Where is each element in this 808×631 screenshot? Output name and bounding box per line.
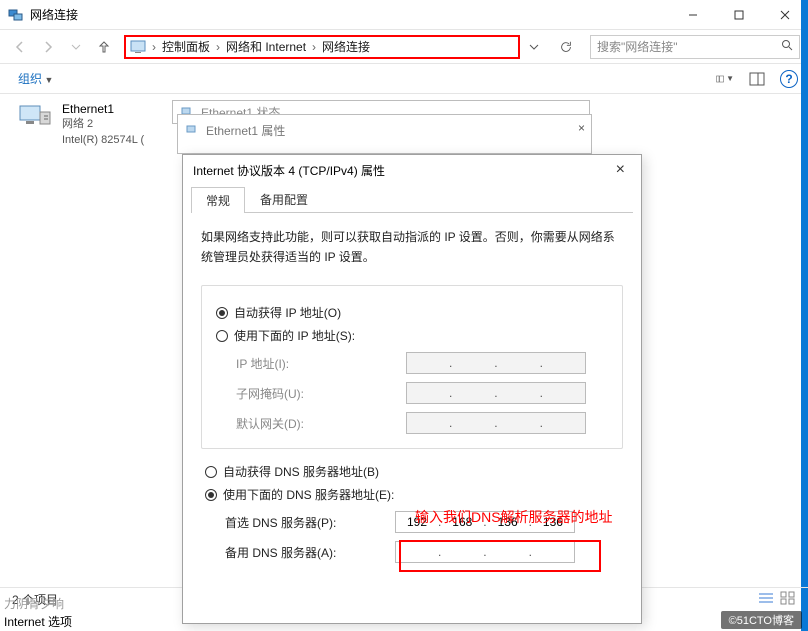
adapter-network: 网络 2: [62, 116, 144, 132]
radio-ip-auto[interactable]: 自动获得 IP 地址(O): [216, 304, 608, 321]
radio-dns-manual-label: 使用下面的 DNS 服务器地址(E):: [223, 486, 394, 503]
breadcrumb-item-2[interactable]: 网络连接: [318, 38, 374, 55]
adapter-name: Ethernet1: [62, 102, 144, 116]
radio-dns-manual[interactable]: 使用下面的 DNS 服务器地址(E):: [205, 486, 619, 503]
bg-line2[interactable]: Internet 选项: [4, 613, 72, 631]
ipv4-dialog-title: Internet 协议版本 4 (TCP/IPv4) 属性: [193, 162, 385, 179]
network-icon: [8, 7, 24, 23]
adapter-item-ethernet1[interactable]: Ethernet1 网络 2 Intel(R) 82574L (: [18, 102, 168, 148]
subnet-mask-field: ...: [406, 382, 586, 404]
radio-icon: [205, 466, 217, 478]
radio-ip-manual-label: 使用下面的 IP 地址(S):: [234, 327, 355, 344]
pref-dns-label: 首选 DNS 服务器(P):: [225, 514, 395, 531]
forward-button[interactable]: [36, 35, 60, 59]
details-view-button[interactable]: [758, 591, 774, 608]
address-bar: 控制面板 网络和 Internet 网络连接 搜索"网络连接": [0, 30, 808, 64]
nic-small-icon: [186, 123, 200, 137]
window-title: 网络连接: [30, 6, 78, 23]
breadcrumb-item-1[interactable]: 网络和 Internet: [222, 38, 310, 55]
watermark: ©51CTO博客: [721, 611, 802, 629]
annotation-text: 输入我们DNS解析服务器的地址: [415, 507, 613, 527]
control-panel-icon: [130, 39, 146, 55]
back-button[interactable]: [8, 35, 32, 59]
radio-ip-manual[interactable]: 使用下面的 IP 地址(S):: [216, 327, 608, 344]
alt-dns-label: 备用 DNS 服务器(A):: [225, 544, 395, 561]
ipv4-dialog-close-button[interactable]: ×: [610, 161, 631, 179]
recent-locations-button[interactable]: [64, 35, 88, 59]
bg-line1: 力阴骨夕响: [4, 595, 72, 613]
search-placeholder: 搜索"网络连接": [597, 38, 678, 55]
minimize-button[interactable]: [670, 0, 716, 30]
subnet-mask-label: 子网掩码(U):: [236, 385, 406, 402]
breadcrumb-sep: [150, 40, 158, 54]
ip-address-group: 自动获得 IP 地址(O) 使用下面的 IP 地址(S): IP 地址(I): …: [201, 285, 623, 449]
radio-dns-auto-label: 自动获得 DNS 服务器地址(B): [223, 463, 379, 480]
window-titlebar: 网络连接: [0, 0, 808, 30]
ipv4-properties-dialog: Internet 协议版本 4 (TCP/IPv4) 属性 × 常规 备用配置 …: [182, 154, 642, 624]
ipv4-intro-text: 如果网络支持此功能，则可以获取自动指派的 IP 设置。否则，你需要从网络系统管理…: [201, 227, 623, 267]
organize-menu[interactable]: 组织: [10, 66, 61, 91]
gateway-label: 默认网关(D):: [236, 415, 406, 432]
nic-icon: [18, 102, 54, 130]
tab-alternate[interactable]: 备用配置: [245, 186, 323, 212]
search-input[interactable]: 搜索"网络连接": [590, 35, 800, 59]
view-layout-button[interactable]: ▼: [716, 70, 734, 88]
command-bar: 组织 ▼ ?: [0, 64, 808, 94]
radio-icon: [216, 307, 228, 319]
ethernet-properties-dialog: Ethernet1 属性 ×: [177, 114, 592, 154]
gateway-field: ...: [406, 412, 586, 434]
radio-icon: [205, 489, 217, 501]
radio-icon: [216, 330, 228, 342]
breadcrumb-sep: [214, 40, 222, 54]
tab-general[interactable]: 常规: [191, 187, 245, 213]
breadcrumb-box[interactable]: 控制面板 网络和 Internet 网络连接: [124, 35, 520, 59]
ipv4-dialog-titlebar: Internet 协议版本 4 (TCP/IPv4) 属性 ×: [183, 155, 641, 185]
maximize-button[interactable]: [716, 0, 762, 30]
annotation-highlight: [399, 540, 601, 572]
help-button[interactable]: ?: [780, 70, 798, 88]
ip-address-field: ...: [406, 352, 586, 374]
icons-view-button[interactable]: [780, 591, 796, 608]
ip-address-label: IP 地址(I):: [236, 355, 406, 372]
search-icon: [781, 39, 793, 54]
background-links: 力阴骨夕响 Internet 选项: [4, 595, 72, 631]
breadcrumb-item-0[interactable]: 控制面板: [158, 38, 214, 55]
prop-dialog-close-button[interactable]: ×: [578, 121, 585, 135]
breadcrumb-sep: [310, 40, 318, 54]
up-button[interactable]: [92, 35, 116, 59]
adapter-device: Intel(R) 82574L (: [62, 132, 144, 148]
ipv4-tabbar: 常规 备用配置: [191, 187, 633, 213]
radio-ip-auto-label: 自动获得 IP 地址(O): [234, 304, 341, 321]
prop-dialog-title: Ethernet1 属性: [206, 122, 285, 139]
preview-pane-button[interactable]: [748, 70, 766, 88]
address-dropdown-button[interactable]: [522, 35, 546, 59]
radio-dns-auto[interactable]: 自动获得 DNS 服务器地址(B): [205, 463, 619, 480]
refresh-button[interactable]: [554, 35, 578, 59]
